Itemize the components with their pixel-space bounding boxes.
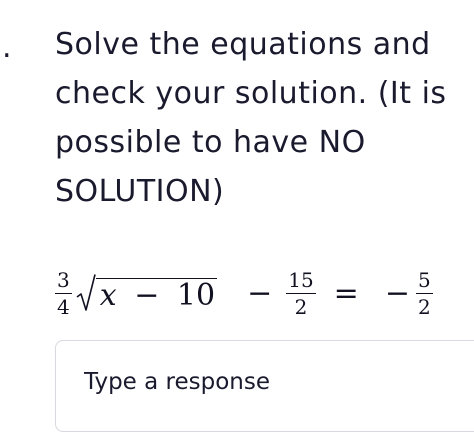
rhs-negative-sign: − bbox=[384, 275, 410, 311]
rhs-denominator: 2 bbox=[417, 294, 431, 319]
equation: 3 4 x − 10 − 15 2 = − 5 2 bbox=[55, 258, 433, 328]
radicand-constant: 10 bbox=[176, 278, 216, 313]
question-prompt: Solve the equations and check your solut… bbox=[55, 27, 447, 209]
rhs-fraction: 5 2 bbox=[415, 267, 433, 319]
response-box[interactable] bbox=[55, 340, 474, 432]
minus-operator: − bbox=[247, 275, 273, 311]
rhs-numerator: 5 bbox=[415, 267, 433, 294]
coefficient-numerator: 3 bbox=[55, 267, 72, 294]
equals-sign: = bbox=[333, 275, 359, 311]
term-numerator: 15 bbox=[286, 267, 316, 294]
response-input[interactable] bbox=[84, 369, 464, 395]
square-root: x − 10 bbox=[76, 273, 218, 313]
radicand-operator: − bbox=[134, 278, 160, 313]
radicand-variable: x bbox=[99, 278, 117, 313]
coefficient-fraction: 3 4 bbox=[55, 269, 72, 318]
radical-sign-icon bbox=[76, 274, 96, 311]
coefficient-denominator: 4 bbox=[57, 294, 70, 319]
radicand: x − 10 bbox=[95, 278, 218, 313]
term-denominator: 2 bbox=[294, 294, 308, 319]
term-fraction: 15 2 bbox=[286, 267, 316, 319]
question-number-marker: . bbox=[2, 30, 12, 65]
